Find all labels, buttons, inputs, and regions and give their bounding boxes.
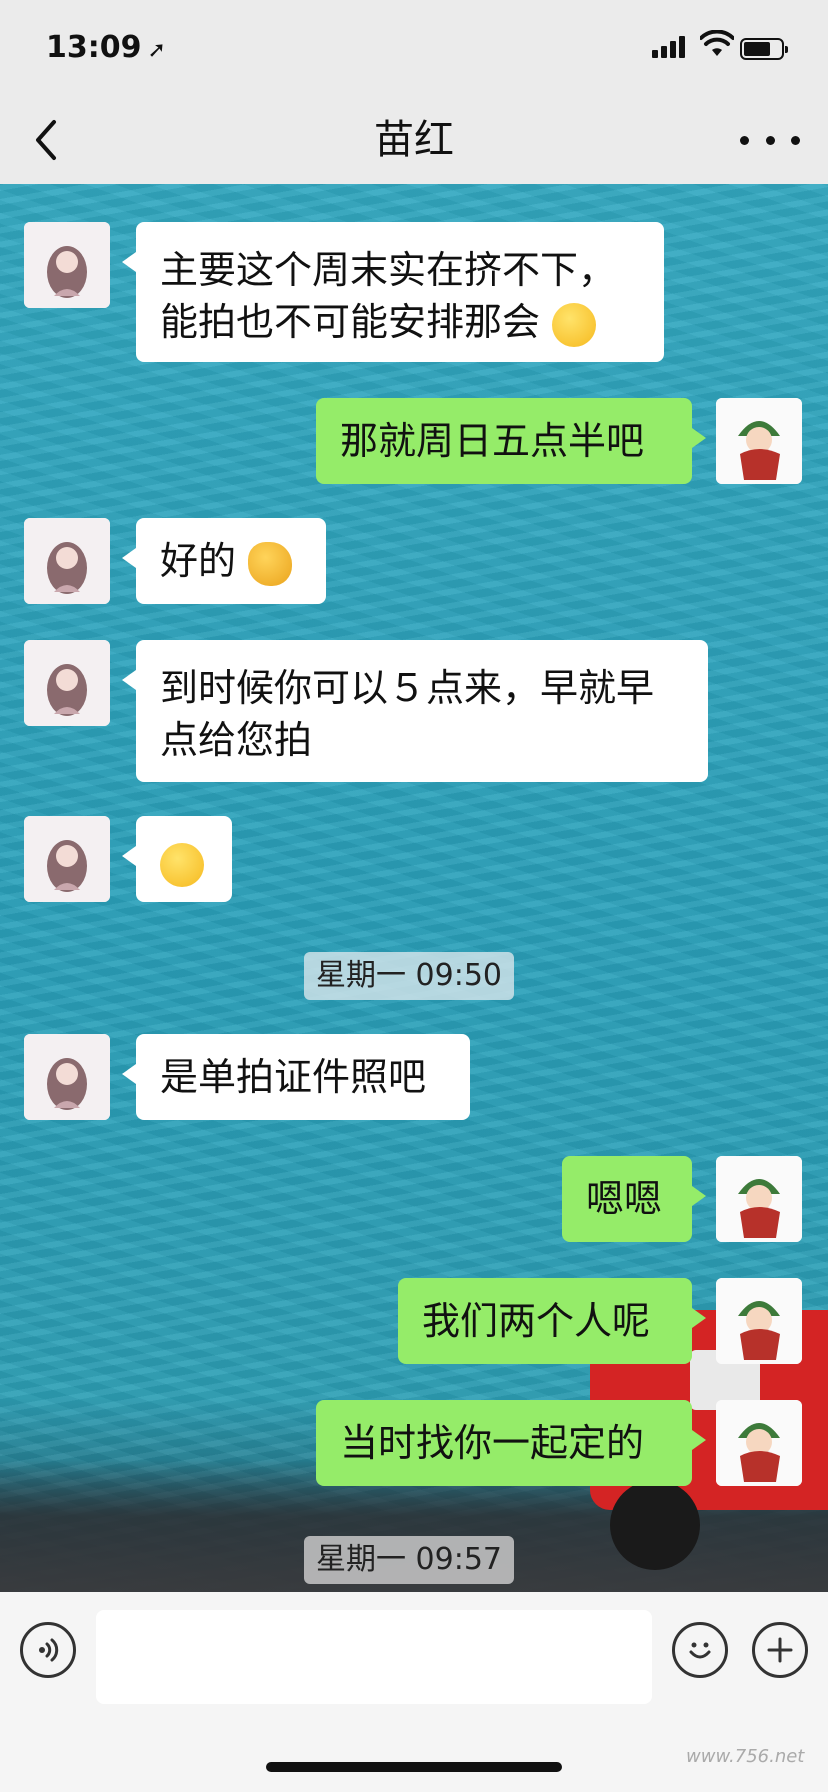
message-bubble-outgoing[interactable]: 那就周日五点半吧 (316, 398, 706, 484)
message-text: 到时候你可以５点来，早就早 (160, 666, 655, 710)
top-bar: 13:09 ➚ 苗红 (0, 0, 828, 184)
chat-area[interactable]: 主要这个周末实在挤不下， 能拍也不可能安排那会 那就周日五点半吧 好的 到时候你… (0, 0, 828, 1792)
message-bubble-outgoing[interactable]: 我们两个人呢 (398, 1278, 706, 1364)
plus-icon (767, 1637, 793, 1663)
my-avatar[interactable] (716, 1156, 802, 1242)
contact-avatar[interactable] (24, 518, 110, 604)
my-avatar[interactable] (716, 1400, 802, 1486)
my-avatar[interactable] (716, 398, 802, 484)
wifi-icon (699, 29, 735, 62)
more-dot (740, 135, 749, 145)
message-text: 嗯嗯 (586, 1177, 663, 1221)
message-text: 当时找你一起定的 (340, 1421, 645, 1465)
contact-avatar[interactable] (24, 222, 110, 308)
status-time: 13:09 ➚ (46, 30, 166, 65)
message-text-line2: 能拍也不可能安排那会 (160, 296, 640, 348)
location-arrow-icon: ➚ (147, 38, 166, 63)
message-bubble-incoming[interactable]: 好的 (122, 518, 326, 604)
ok-hand-emoji (248, 541, 293, 586)
message-bubble-incoming[interactable]: 主要这个周末实在挤不下， 能拍也不可能安排那会 (122, 222, 664, 362)
message-text: 好的 (160, 539, 237, 583)
facepalm-emoji (160, 842, 204, 887)
message-text: 能拍也不可能安排那会 (160, 300, 541, 344)
message-text: 那就周日五点半吧 (340, 419, 645, 463)
home-indicator[interactable] (266, 1762, 562, 1772)
status-time-text: 13:09 (46, 30, 142, 65)
contact-avatar[interactable] (24, 640, 110, 726)
message-text: 是单拍证件照吧 (160, 1055, 427, 1099)
voice-input-button[interactable] (20, 1622, 76, 1678)
message-bubble-outgoing[interactable]: 嗯嗯 (562, 1156, 706, 1242)
more-button[interactable] (740, 120, 800, 160)
message-text: 我们两个人呢 (422, 1299, 651, 1343)
message-bubble-incoming[interactable]: 到时候你可以５点来，早就早 点给您拍 (122, 640, 708, 782)
more-dot (765, 135, 775, 145)
contact-avatar[interactable] (24, 1034, 110, 1120)
input-bar: www.756.net (0, 1592, 828, 1792)
more-dot (791, 135, 800, 145)
message-bubble-incoming[interactable]: 是单拍证件照吧 (122, 1034, 470, 1120)
message-input[interactable] (96, 1610, 652, 1704)
battery-icon (740, 38, 788, 60)
contact-avatar[interactable] (24, 816, 110, 902)
emoji-button[interactable] (672, 1622, 728, 1678)
voice-icon (39, 1638, 59, 1662)
message-bubble-outgoing[interactable]: 当时找你一起定的 (316, 1400, 706, 1486)
timestamp: 星期一 09:50 (304, 952, 514, 1000)
message-bubble-incoming[interactable] (122, 816, 232, 902)
message-text-line2: 点给您拍 (160, 718, 313, 762)
timestamp: 星期一 09:57 (304, 1536, 514, 1584)
message-text: 主要这个周末实在挤不下， (160, 248, 617, 292)
more-functions-button[interactable] (752, 1622, 808, 1678)
watermark-text: www.756.net (686, 1746, 805, 1767)
cellular-signal-icon (652, 36, 688, 58)
my-avatar[interactable] (716, 1278, 802, 1364)
smiley-icon (689, 1642, 711, 1659)
loudly-crying-face-emoji (552, 302, 597, 347)
chat-title: 苗红 (374, 117, 454, 163)
